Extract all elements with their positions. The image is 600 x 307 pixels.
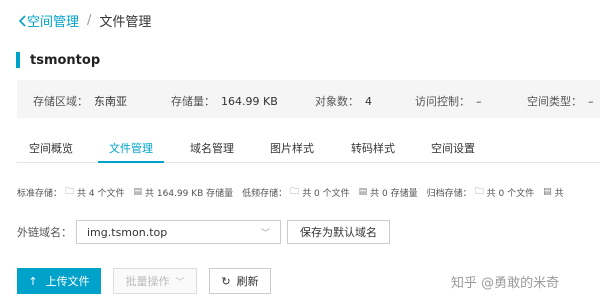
chevron-down-icon: ﹀ (260, 228, 270, 239)
domain-select-value: img.tsmon.top (87, 225, 168, 239)
stat-low-label: 低频存储： (242, 188, 288, 199)
info-type-value: – (588, 95, 594, 108)
breadcrumb-current: 文件管理 (99, 15, 152, 30)
stat-standard-label: 标准存储： (17, 188, 63, 199)
info-storage-label: 存储量： (171, 95, 215, 108)
refresh-icon: ↻ (221, 274, 231, 288)
bucket-title: tsmontop (16, 52, 100, 68)
stat-standard-size: 共 164.99 KB 存储量 (145, 188, 234, 199)
action-toolbar: ↑ 上传文件 批量操作 ﹀ ↻ 刷新 (17, 268, 271, 294)
info-type-label: 空间类型： (527, 95, 582, 108)
info-objects-label: 对象数： (315, 95, 359, 108)
back-link[interactable]: 空间管理 (18, 11, 79, 30)
tab-transcode-styles[interactable]: 转码样式 (351, 140, 395, 156)
batch-actions-label: 批量操作 (125, 275, 170, 288)
title-accent-bar (16, 52, 20, 68)
folder-icon: 🗀 (474, 187, 484, 197)
info-region: 存储区域： 东南亚 (33, 93, 127, 109)
folder-icon: 🗀 (65, 187, 75, 197)
stat-low-size: 共 0 存储量 (370, 188, 418, 199)
chevron-down-icon: ﹀ (175, 277, 185, 288)
tab-bar: 空间概览 文件管理 域名管理 图片样式 转码样式 空间设置 (17, 128, 600, 163)
info-access-label: 访问控制： (415, 95, 470, 108)
stat-standard: 标准存储： 🗀 共 4 个文件 ▤ 共 164.99 KB 存储量 (17, 184, 233, 200)
stat-standard-files: 共 4 个文件 (77, 188, 125, 199)
chevron-left-icon (18, 14, 26, 27)
info-type: 空间类型： – (527, 93, 594, 109)
info-access-value: – (476, 95, 482, 108)
arrow-up-icon: ↑ (28, 274, 38, 288)
info-storage: 存储量： 164.99 KB (171, 93, 278, 109)
info-objects-value: 4 (365, 95, 372, 108)
watermark: 知乎 @勇敢的米奇 (451, 276, 560, 291)
active-tab-indicator (98, 161, 164, 163)
storage-icon: ▤ (133, 187, 142, 197)
stat-archive-files: 共 0 个文件 (486, 188, 535, 199)
tab-domains[interactable]: 域名管理 (190, 140, 234, 156)
info-storage-value: 164.99 KB (221, 95, 278, 108)
storage-stats: 标准存储： 🗀 共 4 个文件 ▤ 共 164.99 KB 存储量 低频存储： … (17, 184, 573, 200)
folder-icon: 🗀 (290, 187, 300, 197)
domain-label: 外链域名： (17, 226, 72, 239)
domain-select[interactable]: img.tsmon.top ﹀ (76, 220, 281, 244)
batch-actions-button[interactable]: 批量操作 ﹀ (113, 268, 197, 294)
stat-archive: 归档存储： 🗀 共 0 个文件 ▤ 共 (427, 184, 564, 200)
stat-archive-label: 归档存储： (426, 188, 472, 199)
info-region-label: 存储区域： (33, 95, 88, 108)
bucket-info-bar: 存储区域： 东南亚 存储量： 164.99 KB 对象数： 4 访问控制： – 空间类型… (17, 80, 600, 118)
info-objects: 对象数： 4 (315, 93, 372, 109)
refresh-button[interactable]: ↻ 刷新 (209, 268, 271, 294)
info-region-value: 东南亚 (94, 95, 127, 108)
refresh-button-label: 刷新 (236, 275, 259, 288)
stat-low-files: 共 0 个文件 (302, 188, 350, 199)
upload-button[interactable]: ↑ 上传文件 (17, 268, 101, 294)
domain-row: 外链域名： img.tsmon.top ﹀ 保存为默认域名 (17, 220, 390, 244)
storage-icon: ▤ (543, 187, 552, 197)
breadcrumb-separator: / (87, 13, 92, 28)
stat-low: 低频存储： 🗀 共 0 个文件 ▤ 共 0 存储量 (242, 184, 417, 200)
back-link-label: 空间管理 (27, 15, 80, 30)
upload-button-label: 上传文件 (45, 275, 90, 288)
stat-extra-files: 共 (554, 188, 564, 199)
tab-settings[interactable]: 空间设置 (431, 140, 475, 156)
tab-files[interactable]: 文件管理 (109, 140, 153, 156)
breadcrumb: 空间管理 / 文件管理 (18, 11, 151, 30)
save-default-domain-button[interactable]: 保存为默认域名 (287, 220, 390, 244)
tab-image-styles[interactable]: 图片样式 (270, 140, 314, 156)
info-access: 访问控制： – (415, 93, 482, 109)
tab-overview[interactable]: 空间概览 (29, 140, 73, 156)
bucket-name: tsmontop (30, 52, 101, 68)
storage-icon: ▤ (358, 187, 368, 197)
